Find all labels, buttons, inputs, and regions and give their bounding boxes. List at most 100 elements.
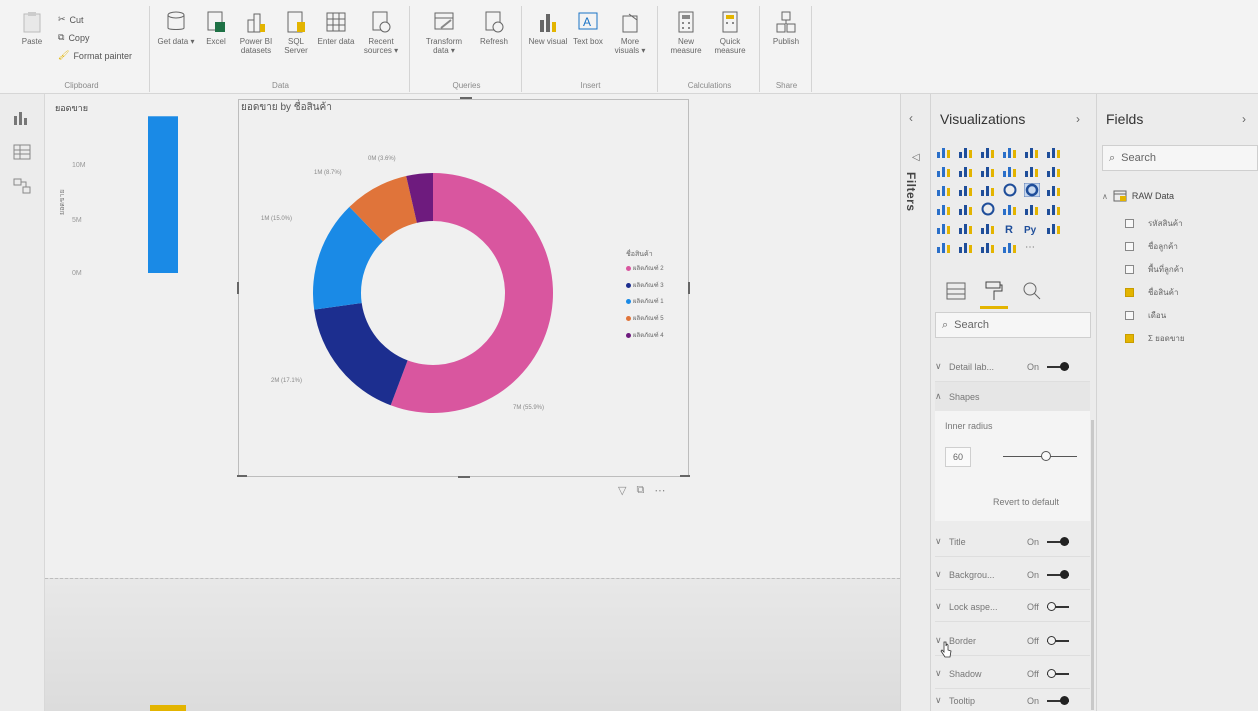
chevron-up-icon[interactable]: ∧ <box>1102 192 1108 201</box>
refresh-button[interactable]: Refresh <box>474 10 514 46</box>
r-visual-icon[interactable]: R <box>1002 221 1018 236</box>
model-view-icon[interactable] <box>13 178 31 194</box>
new-visual-button[interactable]: New visual <box>528 10 568 46</box>
inner-radius-slider-track[interactable] <box>1003 456 1077 457</box>
report-view-icon[interactable] <box>13 110 31 126</box>
recent-sources-button[interactable]: Recent sources ▾ <box>358 10 404 55</box>
more-options-icon[interactable]: ⋯ <box>654 484 665 497</box>
sql-server-button[interactable]: SQL Server <box>276 10 316 55</box>
transform-data-button[interactable]: Transform data ▾ <box>418 10 470 55</box>
field-item[interactable]: ชื่อลูกค้า <box>1125 240 1178 253</box>
more-visuals-icon[interactable]: ⋯ <box>1024 240 1040 254</box>
line-column-icon[interactable] <box>1002 164 1018 178</box>
field-checkbox[interactable] <box>1125 219 1134 228</box>
detail-labels-toggle[interactable] <box>1047 361 1069 372</box>
format-paint-roller-icon[interactable] <box>983 280 1005 302</box>
multi-row-card-icon[interactable] <box>1024 202 1040 216</box>
donut-slice[interactable] <box>314 303 408 406</box>
power-bi-datasets-button[interactable]: Power BI datasets <box>236 10 276 55</box>
legend-item[interactable]: ผลิตภัณฑ์ 3 <box>626 280 664 290</box>
format-card-detail-labels[interactable]: ∨ Detail lab... On <box>935 352 1090 382</box>
quick-measure-button[interactable]: Quick measure <box>710 10 750 55</box>
field-checkbox[interactable] <box>1125 288 1134 297</box>
resize-handle[interactable] <box>237 282 239 294</box>
inner-radius-slider-thumb[interactable] <box>1041 451 1051 461</box>
chevron-right-icon[interactable]: › <box>1076 112 1080 126</box>
resize-handle[interactable] <box>458 476 470 478</box>
scatter-icon[interactable] <box>980 183 996 197</box>
format-card-border[interactable]: ∨ Border Off <box>935 626 1090 656</box>
stacked-area-icon[interactable] <box>980 164 996 178</box>
legend-item[interactable]: ผลิตภัณฑ์ 4 <box>626 330 664 340</box>
title-toggle[interactable] <box>1047 536 1069 547</box>
map-icon[interactable] <box>936 202 952 216</box>
data-view-icon[interactable] <box>13 144 31 160</box>
100-column-icon[interactable] <box>1046 145 1062 159</box>
legend-item[interactable]: ผลิตภัณฑ์ 2 <box>626 263 664 273</box>
enter-data-button[interactable]: Enter data <box>316 10 356 46</box>
tooltip-toggle[interactable] <box>1047 695 1069 706</box>
field-item[interactable]: รหัสสินค้า <box>1125 217 1183 230</box>
field-checkbox[interactable] <box>1125 311 1134 320</box>
publish-button[interactable]: Publish <box>766 10 806 46</box>
get-data-button[interactable]: Get data ▾ <box>156 10 196 46</box>
fields-well-icon[interactable] <box>945 280 967 302</box>
python-visual-icon[interactable]: Py <box>1024 221 1040 236</box>
field-item[interactable]: Σ ยอดขาย <box>1125 332 1185 345</box>
funnel-icon[interactable] <box>958 183 974 197</box>
100-bar-icon[interactable] <box>1024 145 1040 159</box>
legend-item[interactable]: ผลิตภัณฑ์ 5 <box>626 313 664 323</box>
page-tab[interactable] <box>150 705 186 711</box>
smart-narrative-icon[interactable] <box>980 240 996 254</box>
resize-handle[interactable] <box>680 475 690 477</box>
format-card-title[interactable]: ∨ Title On <box>935 527 1090 557</box>
stacked-bar-icon[interactable] <box>936 145 952 159</box>
format-card-tooltip[interactable]: ∨ Tooltip On <box>935 690 1090 711</box>
field-checkbox[interactable] <box>1125 265 1134 274</box>
filter-icon[interactable]: ▽ <box>618 484 626 497</box>
arcgis-icon[interactable] <box>1002 240 1018 254</box>
column-chart[interactable] <box>140 110 190 280</box>
collapse-panes-icon[interactable]: ‹ <box>909 111 913 125</box>
border-toggle[interactable] <box>1047 635 1069 646</box>
legend-item[interactable]: ผลิตภัณฑ์ 1 <box>626 296 664 306</box>
donut-chart[interactable] <box>313 173 553 413</box>
clustered-bar-icon[interactable] <box>980 145 996 159</box>
resize-handle[interactable] <box>460 97 472 99</box>
focus-mode-icon[interactable]: ⧉ <box>636 484 644 497</box>
resize-handle[interactable] <box>688 282 690 294</box>
field-checkbox[interactable] <box>1125 334 1134 343</box>
waterfall-icon[interactable] <box>936 183 952 197</box>
line-clustered-column-icon[interactable] <box>1024 164 1040 178</box>
line-chart-icon[interactable] <box>936 164 952 178</box>
filters-label[interactable]: Filters <box>904 172 918 212</box>
text-box-button[interactable]: A Text box <box>568 10 608 46</box>
inner-radius-input[interactable]: 60 <box>945 447 971 467</box>
format-card-background[interactable]: ∨ Backgrou... On <box>935 560 1090 590</box>
paste-button[interactable]: Paste <box>16 10 48 46</box>
excel-button[interactable]: Excel <box>196 10 236 46</box>
pie-chart-icon[interactable] <box>1002 183 1018 197</box>
card-icon[interactable] <box>1002 202 1018 216</box>
key-influencers-icon[interactable] <box>1046 221 1062 235</box>
column-bar[interactable] <box>148 116 178 274</box>
table-icon[interactable] <box>958 221 974 235</box>
more-visuals-button[interactable]: More visuals ▾ <box>610 10 650 55</box>
format-pane-scrollbar[interactable] <box>1091 420 1094 710</box>
resize-handle[interactable] <box>237 475 247 477</box>
filled-map-icon[interactable] <box>958 202 974 216</box>
background-toggle[interactable] <box>1047 569 1069 580</box>
ribbon-chart-icon[interactable] <box>1046 164 1062 178</box>
table-raw-data[interactable]: ∧ RAW Data <box>1102 190 1174 202</box>
analytics-magnifier-icon[interactable] <box>1021 280 1043 302</box>
treemap-icon[interactable] <box>1046 183 1062 197</box>
clustered-column-icon[interactable] <box>1002 145 1018 159</box>
format-search-input[interactable]: ⌕ Search <box>935 312 1091 338</box>
field-item[interactable]: ชื่อสินค้า <box>1125 286 1178 299</box>
gauge-icon[interactable] <box>980 202 996 216</box>
chevron-right-icon[interactable]: › <box>1242 112 1246 126</box>
shadow-toggle[interactable] <box>1047 668 1069 679</box>
format-card-shapes[interactable]: ∧ Shapes <box>935 382 1090 412</box>
donut-chart-icon[interactable] <box>1023 182 1041 198</box>
field-item[interactable]: พื้นที่ลูกค้า <box>1125 263 1184 276</box>
